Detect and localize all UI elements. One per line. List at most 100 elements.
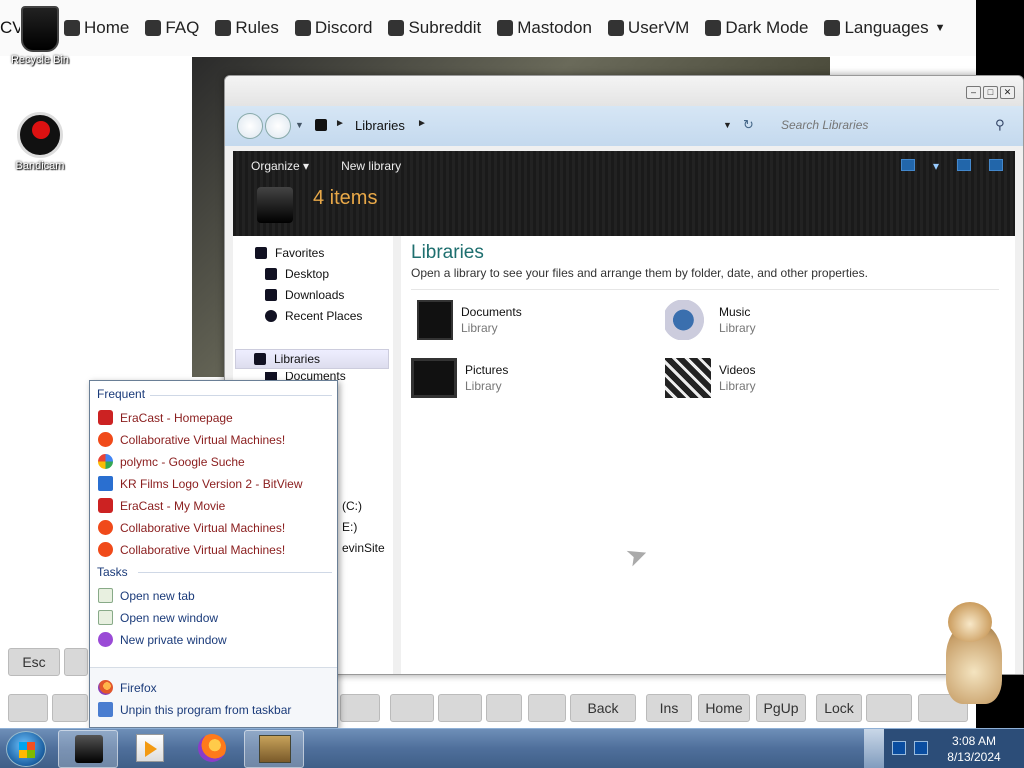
- breadcrumb-separator[interactable]: ►: [335, 118, 345, 129]
- taskbar-media-player[interactable]: [120, 730, 180, 768]
- nav-recent-places[interactable]: Recent Places: [265, 309, 362, 323]
- key-1[interactable]: [52, 694, 88, 722]
- nav-documents-label: Documents: [285, 372, 346, 380]
- nav-libraries[interactable]: Libraries: [235, 349, 389, 369]
- close-button[interactable]: ✕: [1000, 86, 1015, 99]
- taskbar-firefox[interactable]: [182, 730, 242, 768]
- library-videos[interactable]: Videos Library: [665, 358, 756, 398]
- open-new-window-item[interactable]: Open new window: [98, 610, 218, 625]
- nav-mastodon[interactable]: Mastodon: [497, 18, 592, 38]
- nav-uservm[interactable]: UserVM: [607, 18, 690, 38]
- star-icon: [255, 247, 267, 259]
- volume-icon[interactable]: [914, 741, 928, 755]
- change-view-icon[interactable]: [900, 159, 915, 171]
- jumplist-item[interactable]: Collaborative Virtual Machines!: [98, 520, 285, 535]
- view-dropdown-icon[interactable]: ▾: [933, 159, 939, 173]
- address-breadcrumb[interactable]: Libraries: [355, 118, 405, 133]
- desktop-icon: [265, 268, 277, 280]
- key-tilde[interactable]: [8, 694, 48, 722]
- squirrel-head: [948, 602, 992, 642]
- key-minus[interactable]: [486, 694, 522, 722]
- refresh-icon[interactable]: ↻: [743, 117, 754, 133]
- divider: [138, 572, 332, 573]
- nav-favorites[interactable]: Favorites: [255, 246, 324, 260]
- nav-desktop[interactable]: Desktop: [265, 267, 329, 281]
- minimize-button[interactable]: –: [966, 86, 981, 99]
- key-backspace[interactable]: Back: [570, 694, 636, 722]
- network-icon[interactable]: [892, 741, 906, 755]
- search-icon[interactable]: ⚲: [995, 117, 1005, 133]
- jumplist-item[interactable]: EraCast - Homepage: [98, 410, 233, 425]
- nav-network-site[interactable]: evinSite: [342, 541, 385, 555]
- items-count: 4 items: [313, 187, 378, 209]
- nav-uservm-label: UserVM: [627, 18, 690, 37]
- key-divide[interactable]: [866, 694, 912, 722]
- command-bar: Organize ▾ New library ▾ 4 items: [233, 151, 1015, 236]
- nav-faq[interactable]: FAQ: [145, 18, 199, 38]
- nav-subreddit-label: Subreddit: [408, 18, 482, 37]
- preview-pane-icon[interactable]: [957, 159, 971, 171]
- start-button[interactable]: [6, 731, 46, 767]
- tasks-header: Tasks: [97, 565, 128, 579]
- nav-favorites-label: Favorites: [275, 246, 325, 260]
- new-private-window-item[interactable]: New private window: [98, 632, 227, 647]
- chevron-down-icon: ▼: [934, 22, 946, 34]
- key-numlock[interactable]: Lock: [816, 694, 862, 722]
- key-home[interactable]: Home: [698, 694, 750, 722]
- libraries-large-icon: [257, 187, 293, 223]
- library-name: Documents: [461, 305, 522, 319]
- recent-pages-dropdown[interactable]: ▼: [295, 120, 304, 130]
- back-button[interactable]: [237, 113, 263, 139]
- show-hidden-icons-button[interactable]: [864, 729, 884, 768]
- key-pageup[interactable]: PgUp: [756, 694, 806, 722]
- nav-downloads[interactable]: Downloads: [265, 288, 344, 302]
- key-8[interactable]: [340, 694, 380, 722]
- library-pictures[interactable]: Pictures Library: [411, 358, 508, 398]
- jumplist-item[interactable]: Collaborative Virtual Machines!: [98, 432, 285, 447]
- taskbar-explorer[interactable]: [58, 730, 118, 768]
- window-titlebar[interactable]: – □ ✕: [225, 76, 1023, 106]
- key-9[interactable]: [390, 694, 434, 722]
- nav-drive-e[interactable]: E:): [342, 520, 357, 534]
- help-icon[interactable]: [989, 159, 1003, 171]
- breadcrumb-separator[interactable]: ►: [417, 118, 427, 129]
- forward-button[interactable]: [265, 113, 291, 139]
- library-documents[interactable]: Documents Library: [411, 300, 522, 340]
- jumplist-item[interactable]: polymc - Google Suche: [98, 454, 245, 469]
- recycle-bin-label: Recycle Bin: [10, 54, 70, 66]
- organize-button[interactable]: Organize ▾: [251, 159, 309, 173]
- unpin-item[interactable]: Unpin this program from taskbar: [98, 702, 291, 717]
- search-input[interactable]: [773, 112, 1013, 138]
- key-insert[interactable]: Ins: [646, 694, 692, 722]
- jumplist-item[interactable]: Collaborative Virtual Machines!: [98, 542, 285, 557]
- jumplist-item[interactable]: KR Films Logo Version 2 - BitView: [98, 476, 303, 491]
- nav-drive-c[interactable]: (C:): [342, 499, 362, 513]
- address-dropdown[interactable]: ▼: [723, 120, 732, 130]
- key-0[interactable]: [438, 694, 482, 722]
- taskbar-box-app[interactable]: [244, 730, 304, 768]
- jumplist-item-label: Collaborative Virtual Machines!: [120, 520, 286, 535]
- nav-subreddit[interactable]: Subreddit: [388, 18, 481, 38]
- clock-time[interactable]: 3:08 AM: [944, 734, 1004, 748]
- maximize-button[interactable]: □: [983, 86, 998, 99]
- squirrel-mascot: [938, 602, 1008, 706]
- key-esc[interactable]: Esc: [8, 648, 60, 676]
- nav-languages[interactable]: Languages ▼: [824, 18, 946, 38]
- firefox-program-item[interactable]: Firefox: [98, 680, 157, 695]
- jumplist-item[interactable]: EraCast - My Movie: [98, 498, 225, 513]
- content-description: Open a library to see your files and arr…: [411, 266, 868, 280]
- bandicam-shortcut[interactable]: Bandicam: [0, 112, 80, 172]
- reddit-icon: [388, 20, 405, 36]
- library-music[interactable]: Music Library: [665, 300, 756, 340]
- nav-documents[interactable]: Documents: [265, 372, 346, 380]
- recycle-bin-shortcut[interactable]: Recycle Bin: [0, 6, 80, 66]
- key-equals[interactable]: [528, 694, 566, 722]
- nav-rules[interactable]: Rules: [215, 18, 279, 38]
- key-f1[interactable]: [64, 648, 88, 676]
- clock-date[interactable]: 8/13/2024: [944, 750, 1004, 764]
- nav-discord[interactable]: Discord: [294, 18, 372, 38]
- open-new-tab-item[interactable]: Open new tab: [98, 588, 195, 603]
- jumplist-item-label: KR Films Logo Version 2 - BitView: [120, 476, 303, 491]
- new-library-button[interactable]: New library: [341, 159, 401, 173]
- nav-dark-mode[interactable]: Dark Mode: [705, 18, 808, 38]
